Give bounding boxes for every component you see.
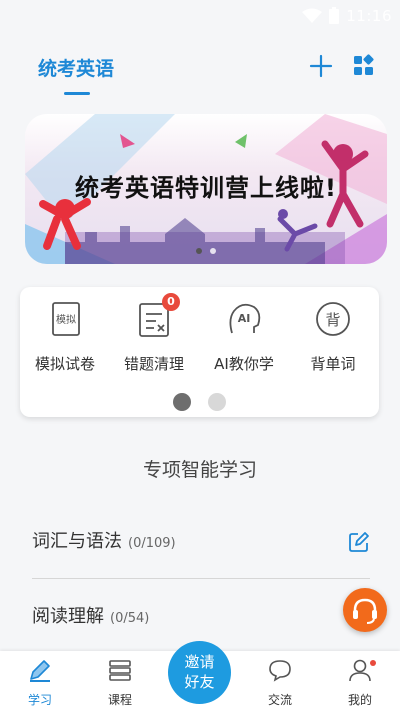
pencil-icon — [30, 660, 50, 682]
nav-courses[interactable]: 课程 — [90, 657, 150, 708]
topic-progress: (0/54) — [110, 611, 150, 626]
ai-icon-text: AI — [238, 312, 251, 325]
course-title-tab[interactable]: 统考英语 — [38, 54, 114, 81]
status-icons: 11:16 — [302, 6, 392, 26]
banner-dot — [196, 248, 202, 254]
nav-label: 交流 — [267, 693, 292, 707]
tool-ai-tutor[interactable]: AI AI教你学 — [199, 299, 289, 379]
tool-label: 错题清理 — [123, 355, 184, 373]
edit-icon[interactable] — [348, 531, 370, 553]
battery-icon — [329, 7, 340, 24]
customer-support-button[interactable] — [343, 588, 387, 632]
user-icon — [349, 659, 371, 682]
nav-mine[interactable]: 我的 — [330, 657, 390, 708]
chat-bubble-icon — [269, 660, 291, 682]
tool-label: 背单词 — [310, 355, 356, 373]
nav-label: 学习 — [27, 693, 52, 707]
banner-pager — [25, 248, 387, 254]
tool-vocabulary[interactable]: 背 背单词 — [288, 299, 378, 379]
wifi-icon — [302, 8, 323, 23]
wrong-count-badge: 0 — [162, 293, 180, 311]
invite-label-line2: 好友 — [184, 673, 215, 691]
nav-community[interactable]: 交流 — [250, 657, 310, 708]
topic-row-vocabulary-grammar[interactable]: 词汇与语法 (0/109) — [32, 512, 370, 572]
tool-mock-exam[interactable]: 模拟 模拟试卷 — [20, 299, 110, 379]
topic-name: 阅读理解 — [32, 606, 104, 627]
top-header: 统考英语 — [0, 34, 400, 104]
tool-label: AI教你学 — [214, 355, 274, 373]
vocabulary-icon: 背 — [313, 299, 353, 339]
nav-label: 课程 — [107, 693, 132, 707]
wrong-questions-icon: 0 — [134, 293, 180, 339]
topic-text: 词汇与语法 (0/109) — [32, 512, 176, 574]
headset-icon — [353, 598, 377, 624]
mock-exam-icon: 模拟 — [45, 299, 85, 339]
topic-name: 词汇与语法 — [32, 531, 122, 552]
books-icon — [109, 660, 131, 681]
status-time: 11:16 — [346, 7, 392, 25]
ai-tutor-icon: AI — [224, 299, 264, 339]
tools-pager — [20, 393, 379, 411]
notification-dot — [370, 660, 376, 666]
grid-menu-icon[interactable] — [352, 54, 376, 78]
mock-exam-icon-text: 模拟 — [56, 313, 76, 326]
nav-study[interactable]: 学习 — [10, 657, 70, 708]
row-divider — [32, 578, 370, 579]
invite-label-line1: 邀请 — [184, 653, 215, 671]
invite-friends-button[interactable]: 邀请 好友 — [168, 641, 231, 704]
add-icon[interactable] — [307, 52, 335, 80]
topic-text: 阅读理解 (0/54) — [32, 587, 149, 649]
status-bar: 11:16 — [0, 0, 400, 34]
tab-indicator — [64, 92, 90, 95]
promo-banner[interactable]: 统考英语特训营上线啦! — [25, 114, 387, 264]
tool-label: 模拟试卷 — [34, 355, 95, 373]
pager-dot[interactable] — [208, 393, 226, 411]
banner-headline: 统考英语特训营上线啦! — [75, 174, 337, 202]
topic-progress: (0/109) — [128, 536, 176, 551]
tools-card: 模拟 模拟试卷 0 错题清理 AI AI教你学 背 背单词 — [20, 287, 379, 417]
topic-row-reading[interactable]: 阅读理解 (0/54) — [32, 587, 370, 647]
vocabulary-icon-text: 背 — [325, 311, 340, 329]
banner-dot — [210, 248, 216, 254]
nav-label: 我的 — [347, 693, 372, 707]
pager-dot[interactable] — [173, 393, 191, 411]
tool-wrong-questions[interactable]: 0 错题清理 — [109, 293, 199, 379]
section-title: 专项智能学习 — [142, 459, 257, 481]
